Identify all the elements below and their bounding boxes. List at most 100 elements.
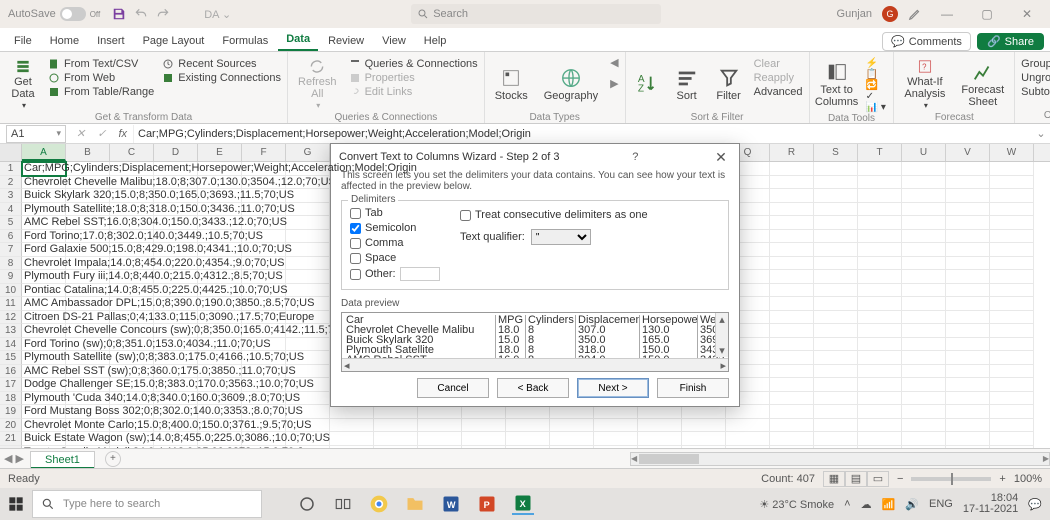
cell[interactable] bbox=[946, 176, 990, 190]
row-header[interactable]: 4 bbox=[0, 203, 22, 217]
tab-data[interactable]: Data bbox=[278, 29, 318, 51]
cell[interactable]: Ford Mustang Boss 302;0;8;302.0;140.0;33… bbox=[22, 405, 66, 419]
cell[interactable] bbox=[594, 405, 638, 419]
cell[interactable] bbox=[814, 432, 858, 446]
row-header[interactable]: 10 bbox=[0, 284, 22, 298]
user-avatar[interactable]: G bbox=[882, 6, 898, 22]
cell[interactable] bbox=[858, 432, 902, 446]
cell[interactable] bbox=[990, 419, 1034, 433]
cell[interactable]: Buick Estate Wagon (sw);14.0;8;455.0;225… bbox=[22, 432, 66, 446]
geography-button[interactable]: Geography bbox=[540, 56, 602, 112]
zoom-out-icon[interactable]: − bbox=[897, 473, 903, 485]
sort-button[interactable]: Sort bbox=[670, 56, 704, 112]
cell[interactable]: Citroen DS-21 Pallas;0;4;133.0;115.0;309… bbox=[22, 311, 66, 325]
zoom-in-icon[interactable]: + bbox=[999, 473, 1005, 485]
scroll-right-icon[interactable]: ▶ bbox=[610, 77, 618, 90]
save-icon[interactable] bbox=[111, 6, 127, 22]
cell[interactable] bbox=[990, 392, 1034, 406]
cell[interactable] bbox=[902, 378, 946, 392]
notifications-icon[interactable]: 💬 bbox=[1028, 498, 1042, 511]
cell[interactable]: AMC Rebel SST;16.0;8;304.0;150.0;3433.;1… bbox=[22, 216, 66, 230]
cell[interactable] bbox=[770, 419, 814, 433]
cell[interactable] bbox=[858, 176, 902, 190]
cell[interactable] bbox=[946, 297, 990, 311]
cell[interactable]: Plymouth Fury iii;14.0;8;440.0;215.0;431… bbox=[22, 270, 66, 284]
cell[interactable] bbox=[902, 230, 946, 244]
cell[interactable] bbox=[990, 432, 1034, 446]
cell[interactable] bbox=[814, 351, 858, 365]
toggle-switch[interactable] bbox=[60, 7, 86, 21]
next-button[interactable]: Next > bbox=[577, 378, 649, 398]
cell[interactable] bbox=[858, 189, 902, 203]
tab-view[interactable]: View bbox=[374, 31, 414, 51]
cell[interactable] bbox=[858, 365, 902, 379]
cell[interactable]: Buick Skylark 320;15.0;8;350.0;165.0;369… bbox=[22, 189, 66, 203]
cell[interactable]: Chevrolet Chevelle Malibu;18.0;8;307.0;1… bbox=[22, 176, 66, 190]
cell[interactable]: Chevrolet Chevelle Concours (sw);0;8;350… bbox=[22, 324, 66, 338]
tray-volume-icon[interactable]: 🔊 bbox=[905, 498, 919, 511]
column-header[interactable]: R bbox=[770, 144, 814, 161]
row-header[interactable]: 17 bbox=[0, 378, 22, 392]
column-header[interactable]: C bbox=[110, 144, 154, 161]
cell[interactable] bbox=[902, 392, 946, 406]
preview-vscroll[interactable]: ▴▾ bbox=[715, 313, 728, 357]
column-header[interactable]: A bbox=[22, 144, 66, 161]
finish-button[interactable]: Finish bbox=[657, 378, 729, 398]
expand-formula-bar-icon[interactable]: ⌄ bbox=[1032, 127, 1050, 140]
pen-icon[interactable] bbox=[908, 7, 922, 21]
row-header[interactable]: 8 bbox=[0, 257, 22, 271]
cell[interactable] bbox=[814, 270, 858, 284]
cell[interactable] bbox=[814, 392, 858, 406]
cell[interactable] bbox=[814, 378, 858, 392]
cell[interactable] bbox=[858, 392, 902, 406]
page-layout-view-icon[interactable]: ▤ bbox=[845, 471, 867, 487]
cell[interactable] bbox=[550, 432, 594, 446]
cell[interactable] bbox=[770, 230, 814, 244]
cell[interactable] bbox=[990, 365, 1034, 379]
cell[interactable] bbox=[902, 405, 946, 419]
column-header[interactable]: D bbox=[154, 144, 198, 161]
cell[interactable] bbox=[946, 419, 990, 433]
back-button[interactable]: < Back bbox=[497, 378, 569, 398]
row-header[interactable]: 1 bbox=[0, 162, 22, 176]
taskbar-search[interactable]: Type here to search bbox=[32, 490, 262, 518]
tray-language[interactable]: ENG bbox=[929, 498, 953, 510]
cell[interactable] bbox=[682, 432, 726, 446]
cell[interactable] bbox=[418, 432, 462, 446]
cell[interactable] bbox=[858, 216, 902, 230]
cell[interactable] bbox=[902, 243, 946, 257]
row-header[interactable]: 11 bbox=[0, 297, 22, 311]
what-if-button[interactable]: ?What-If Analysis▾ bbox=[900, 56, 949, 112]
queries-connections[interactable]: Queries & Connections bbox=[349, 58, 478, 70]
filter-button[interactable]: Filter bbox=[712, 56, 746, 112]
column-header[interactable]: U bbox=[902, 144, 946, 161]
tab-review[interactable]: Review bbox=[320, 31, 372, 51]
cell[interactable]: Plymouth Satellite;18.0;8;318.0;150.0;34… bbox=[22, 203, 66, 217]
cell[interactable] bbox=[594, 432, 638, 446]
cell[interactable] bbox=[814, 243, 858, 257]
row-header[interactable]: 19 bbox=[0, 405, 22, 419]
reapply-filter[interactable]: Reapply bbox=[754, 72, 803, 84]
cell[interactable] bbox=[902, 257, 946, 271]
tab-page-layout[interactable]: Page Layout bbox=[135, 31, 213, 51]
cell[interactable] bbox=[374, 432, 418, 446]
stocks-button[interactable]: Stocks bbox=[491, 56, 532, 112]
edit-links[interactable]: Edit Links bbox=[349, 86, 478, 98]
cell[interactable] bbox=[902, 297, 946, 311]
cell[interactable] bbox=[902, 365, 946, 379]
row-header[interactable]: 14 bbox=[0, 338, 22, 352]
cell[interactable] bbox=[550, 419, 594, 433]
existing-connections[interactable]: Existing Connections bbox=[162, 72, 281, 84]
cell[interactable]: Plymouth 'Cuda 340;14.0;8;340.0;160.0;36… bbox=[22, 392, 66, 406]
cell[interactable] bbox=[902, 324, 946, 338]
cell[interactable] bbox=[814, 230, 858, 244]
cell[interactable] bbox=[946, 216, 990, 230]
preview-hscroll[interactable]: ◂▸ bbox=[342, 358, 728, 371]
cell[interactable] bbox=[814, 311, 858, 325]
cell[interactable] bbox=[990, 189, 1034, 203]
cell[interactable] bbox=[858, 405, 902, 419]
cell[interactable] bbox=[946, 365, 990, 379]
cell[interactable]: Ford Torino;17.0;8;302.0;140.0;3449.;10.… bbox=[22, 230, 66, 244]
row-header[interactable]: 12 bbox=[0, 311, 22, 325]
from-text-csv[interactable]: From Text/CSV bbox=[48, 58, 154, 70]
